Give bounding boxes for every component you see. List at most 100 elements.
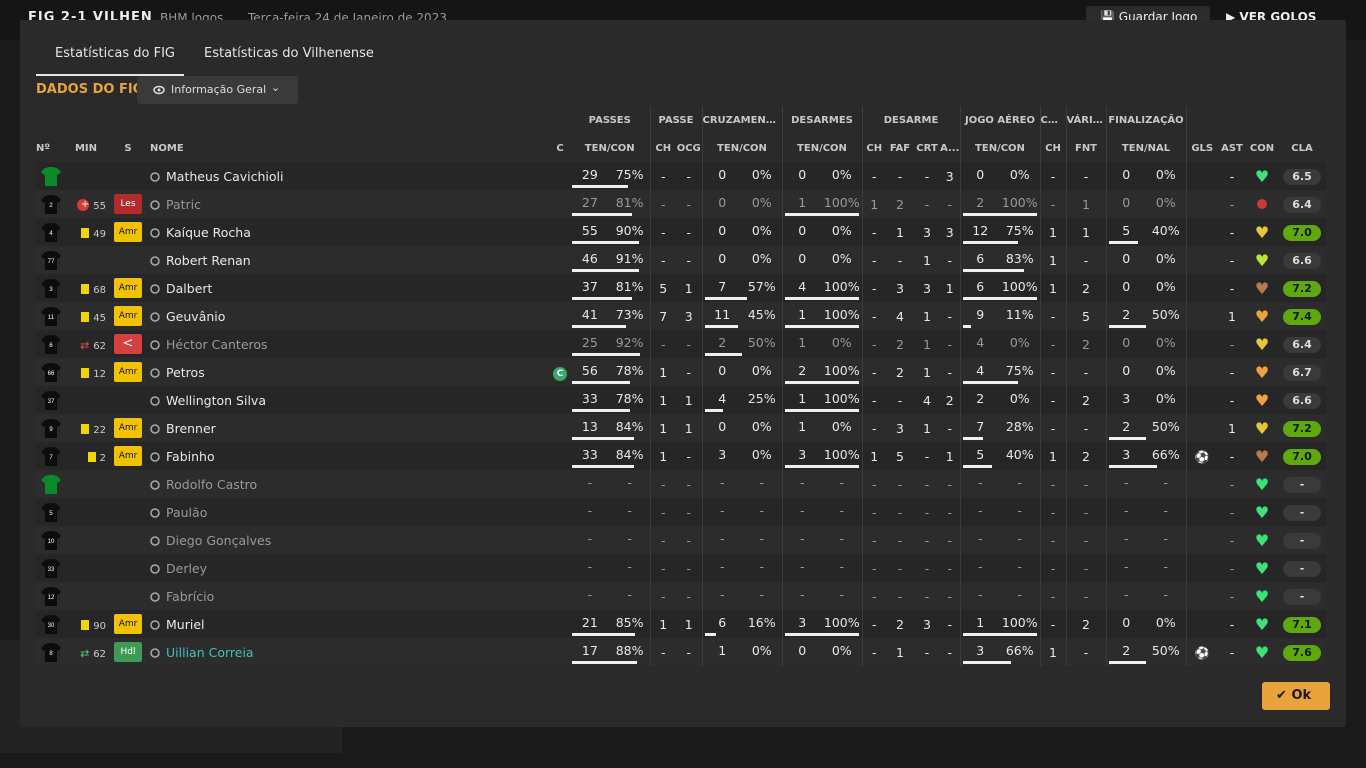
player-name-cell[interactable]: Geuvânio <box>150 302 550 330</box>
player-row[interactable]: 77 Robert Renan 46 91% - -0 0% 0 0% - -1-6 83% 1-0 0… <box>36 246 1326 274</box>
column-header[interactable]: TEN/CON <box>782 134 863 162</box>
player-row[interactable]: Matheus Cavichioli 29 75% - -0 0% 0 0% - - -3 0 0% - -… <box>36 162 1326 190</box>
general-info-dropdown[interactable]: Informação Geral ⌄ <box>137 76 298 104</box>
rating-badge: 7.0 <box>1283 448 1321 465</box>
column-header[interactable]: MIN <box>66 134 106 162</box>
stat-percent: 0% <box>751 447 772 462</box>
player-name-cell[interactable]: Brenner <box>150 414 550 442</box>
player-name-cell[interactable]: Muriel <box>150 610 550 638</box>
column-header[interactable]: GLS <box>1186 134 1218 162</box>
player-row[interactable]: 2 + 55 Les Patric 27 81% - -0 0% 1 100% 1 2- -2 100% -1… <box>36 190 1326 218</box>
column-header[interactable]: FAF <box>886 134 914 162</box>
player-row[interactable]: 11 45 Amr Geuvânio 41 73% 7 3 11 45% 1 100% -4 1-9 11… <box>36 302 1326 330</box>
stat-percent: 75% <box>1005 223 1034 238</box>
crosses: 0 0% <box>702 162 783 190</box>
player-name-cell[interactable]: Paulão <box>150 498 550 526</box>
column-header[interactable]: CH <box>650 134 676 162</box>
ok-button[interactable]: ✔ Ok <box>1262 682 1330 710</box>
column-header[interactable]: TEN/CON <box>960 134 1041 162</box>
column-header[interactable]: C <box>550 134 570 162</box>
misc-fnt: - <box>1066 526 1107 554</box>
ca-ch: - <box>1040 162 1067 190</box>
player-name-cell[interactable]: Dalbert <box>150 274 550 302</box>
player-row[interactable]: Rodolfo Castro - - - - - - - - - - - - - - - - - - - ♥ - <box>36 470 1326 498</box>
yellow-card-icon <box>81 620 90 630</box>
player-row[interactable]: 4 49 Amr Kaíque Rocha 55 90% - - 0 0% 0 0% - 1 3 3 12 75… <box>36 218 1326 246</box>
stat-percent: - <box>759 587 764 602</box>
player-row[interactable]: 33 Derley - - - - - - - - - - - - - - - - - - - ♥ - <box>36 554 1326 582</box>
column-header[interactable]: CH <box>1040 134 1067 162</box>
stat-percent: 66% <box>1005 643 1034 658</box>
passes: -- <box>570 582 651 610</box>
stat-percent: - <box>1017 503 1022 518</box>
player-row[interactable]: 30 90 Amr Muriel 21 85% 1 1 6 16% 3 100% -2 3-1 100% -… <box>36 610 1326 638</box>
player-row[interactable]: 12 Fabrício - - - - - - - - - - - - - - - - - - - ♥ - <box>36 582 1326 610</box>
column-header[interactable]: TEN/CON <box>702 134 783 162</box>
column-header[interactable]: TEN/NAL <box>1106 134 1187 162</box>
column-header[interactable]: CRT <box>914 134 940 162</box>
column-header[interactable]: S <box>106 134 150 162</box>
stat: - <box>924 476 930 492</box>
finishing: 0 0% <box>1106 274 1187 302</box>
player-name-cell[interactable]: Robert Renan <box>150 246 550 274</box>
column-header[interactable]: TEN/CON <box>570 134 651 162</box>
tackles: 1 0% <box>782 330 863 358</box>
aerial: 5 40% <box>960 442 1041 470</box>
column-header[interactable]: A... <box>940 134 961 162</box>
status-badge: Amr <box>114 418 142 438</box>
shirt-number: 12 <box>36 582 66 610</box>
stat: - <box>1050 588 1056 604</box>
column-header[interactable]: AST <box>1218 134 1246 162</box>
player-row[interactable]: 9 22 Amr Brenner 13 84% 1 1 0 0% 1 0% -3 1-7 28% - -2 50… <box>36 414 1326 442</box>
stat-percent: 50% <box>1151 307 1180 322</box>
player-name-cell[interactable]: Fabrício <box>150 582 550 610</box>
player-name-cell[interactable]: Derley <box>150 554 550 582</box>
player-name-cell[interactable]: Kaíque Rocha <box>150 218 550 246</box>
stat: - <box>871 252 877 268</box>
player-row[interactable]: 5 Paulão - - - - - - - - - - - - - - - - - - - ♥ - <box>36 498 1326 526</box>
person-icon <box>150 592 160 602</box>
player-name-cell[interactable]: Uillian Correia <box>150 638 550 666</box>
player-name-cell[interactable]: Matheus Cavichioli <box>150 162 550 190</box>
player-name-cell[interactable]: Rodolfo Castro <box>150 470 550 498</box>
status-badge: Amr <box>114 222 142 242</box>
stat-percent: - <box>1163 531 1168 546</box>
tab-fig-stats[interactable]: Estatísticas do FIG <box>36 44 184 76</box>
condition-heart-icon: ♥ <box>1254 362 1270 382</box>
stat: - <box>924 448 930 464</box>
stat: - <box>924 560 930 576</box>
player-row[interactable]: 66 12 Amr Petros C 56 78% 1-0 0% 2 100% -2 1-4 75% - -… <box>36 358 1326 386</box>
stat: - <box>686 644 691 660</box>
column-header[interactable]: CLA <box>1278 134 1326 162</box>
column-header[interactable]: CH <box>862 134 886 162</box>
ca-ch: - <box>1040 414 1067 442</box>
column-header[interactable]: OCG <box>676 134 703 162</box>
passes: 25 92% <box>570 330 651 358</box>
player-name-cell[interactable]: Petros <box>150 358 550 386</box>
player-row[interactable]: 37 Wellington Silva 33 78% 1 1 4 25% 1 100% - -4 2 2… <box>36 386 1326 414</box>
player-name-cell[interactable]: Héctor Canteros <box>150 330 550 358</box>
stat-count: 0 <box>1122 335 1131 350</box>
column-header[interactable]: NOME <box>150 134 550 162</box>
column-header[interactable]: CON <box>1246 134 1278 162</box>
dropdown-label: Informação Geral <box>171 83 267 96</box>
player-row[interactable]: 10 Diego Gonçalves - - - - - - - - - - - - - - - - - - - ♥ - <box>36 526 1326 554</box>
player-name-cell[interactable]: Wellington Silva <box>150 386 550 414</box>
column-header[interactable]: Nº <box>36 134 66 162</box>
player-row[interactable]: 7 2 Amr Fabinho 33 84% 1-3 0% 3 100% 1 5-1 5 40% 1 2 3 6… <box>36 442 1326 470</box>
shirt-number: 66 <box>36 358 66 386</box>
assists: - <box>1218 190 1246 218</box>
assists: - <box>1218 554 1246 582</box>
player-name-cell[interactable]: Fabinho <box>150 442 550 470</box>
status: Amr <box>106 610 150 638</box>
player-name-cell[interactable]: Diego Gonçalves <box>150 526 550 554</box>
player-row[interactable]: 3 68 Amr Dalbert 37 81% 5 1 7 57% 4 100% -3 3 1 6 100% 1… <box>36 274 1326 302</box>
stat-count: 0 <box>718 419 727 434</box>
stat: - <box>947 476 952 492</box>
shirt-icon: 6 <box>41 335 61 354</box>
player-name-cell[interactable]: Patric <box>150 190 550 218</box>
column-header[interactable]: FNT <box>1066 134 1107 162</box>
player-row[interactable]: 8 ⇄ 62 Hdl Uillian Correia 17 88% - - 1 0% 0 0% - 1 - -… <box>36 638 1326 666</box>
player-row[interactable]: 6 ⇄ 62 < Héctor Canteros 25 92% - -2 50% 1 0% -2 1-4… <box>36 330 1326 358</box>
tab-vilhenense-stats[interactable]: Estatísticas do Vilhenense <box>204 44 374 76</box>
